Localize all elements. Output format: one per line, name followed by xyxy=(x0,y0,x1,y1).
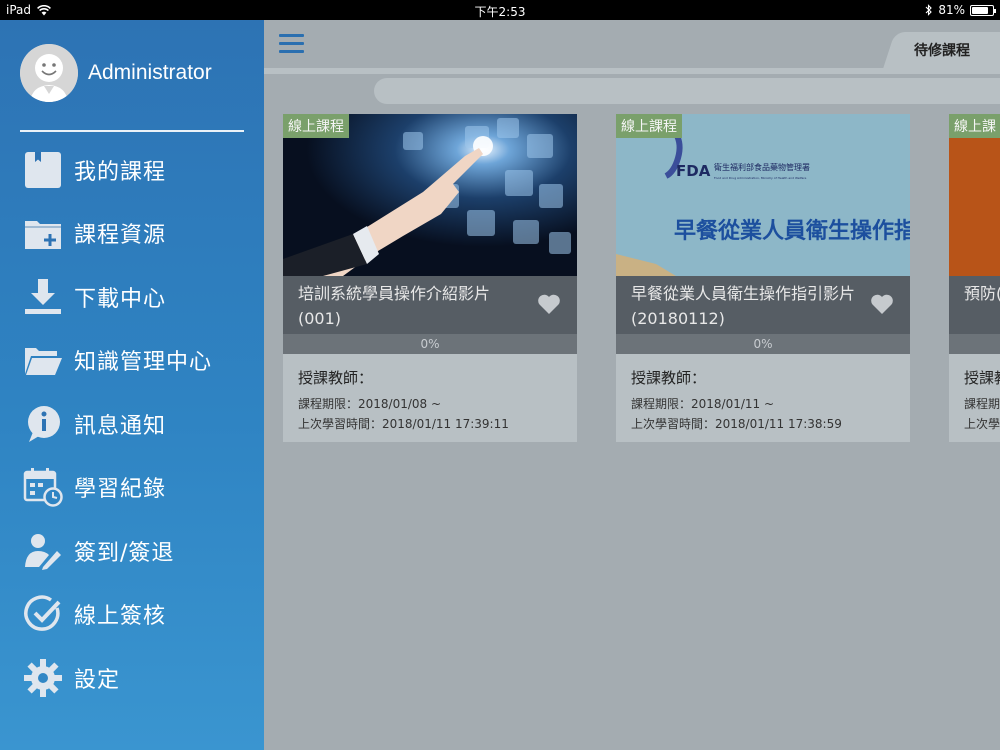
sidebar-item-knowledge-center[interactable]: 知識管理中心 xyxy=(22,329,254,393)
tab-underline xyxy=(264,68,1000,74)
download-icon xyxy=(22,276,64,318)
sidebar-divider xyxy=(20,130,244,132)
top-bar: 待修課程 xyxy=(264,20,1000,72)
course-teacher: 授課教師： xyxy=(631,369,707,387)
sidebar-item-label: 學習紀錄 xyxy=(74,477,167,503)
course-title: 早餐從業人員衛生操作指引影片(20180112) xyxy=(616,276,910,334)
course-type-tag: 線上課程 xyxy=(616,114,682,138)
course-progress: 0% xyxy=(616,334,910,354)
course-type-tag: 線上課程 xyxy=(283,114,349,138)
course-title: 預防(2018 xyxy=(949,276,1000,334)
heart-icon[interactable] xyxy=(537,293,561,315)
sidebar-item-label: 簽到/簽退 xyxy=(74,540,175,566)
course-thumbnail: FDA 衛生福利部食品藥物管理署 Food and Drug Administr… xyxy=(616,114,910,276)
fda-org-en-text: Food and Drug Administration, Ministry o… xyxy=(714,176,807,180)
thumbnail-headline: 早餐從業人員衛生操作指 xyxy=(674,218,910,244)
fda-org-text: 衛生福利部食品藥物管理署 xyxy=(714,162,810,172)
search-bar[interactable] xyxy=(374,78,1000,104)
sidebar: Administrator 我的課程 課程資源 下載中心 知識管理中心 訊息通知… xyxy=(0,20,264,750)
course-last-study: 上次學習時間：2018/01/11 17:38:59 xyxy=(631,417,842,431)
course-thumbnail xyxy=(949,114,1000,276)
course-thumbnail xyxy=(283,114,577,276)
course-teacher: 授課教師： xyxy=(298,369,374,387)
gear-icon xyxy=(22,657,64,699)
open-folder-icon xyxy=(22,339,64,381)
sidebar-item-label: 下載中心 xyxy=(74,286,167,312)
hamburger-menu-icon[interactable] xyxy=(279,34,304,54)
check-circle-icon xyxy=(22,593,64,635)
course-progress xyxy=(949,334,1000,354)
user-profile[interactable]: Administrator xyxy=(20,44,212,102)
main-content: 待修課程 線上課程 培訓系統學員操作介紹影片(001) 0% 授課教師： 課程期… xyxy=(264,20,1000,750)
sidebar-item-course-resources[interactable]: 課程資源 xyxy=(22,202,254,266)
status-time: 下午2:53 xyxy=(474,5,526,19)
sidebar-item-notifications[interactable]: 訊息通知 xyxy=(22,392,254,456)
course-card[interactable]: 線上課 預防(2018 授課教 課程期 上次學 xyxy=(949,114,1000,442)
user-edit-icon xyxy=(22,530,64,572)
sidebar-item-learning-record[interactable]: 學習紀錄 xyxy=(22,456,254,520)
course-period: 課程期限：2018/01/08 ~ xyxy=(298,397,442,411)
battery-icon xyxy=(970,4,996,16)
sidebar-item-my-courses[interactable]: 我的課程 xyxy=(22,138,254,202)
course-period: 課程期限：2018/01/11 ~ xyxy=(631,397,775,411)
bluetooth-icon xyxy=(925,4,933,16)
sidebar-item-label: 課程資源 xyxy=(74,223,167,249)
sidebar-item-settings[interactable]: 設定 xyxy=(22,646,254,710)
status-bar: iPad 下午2:53 81% xyxy=(0,0,1000,20)
folder-add-icon xyxy=(22,212,64,254)
sidebar-item-label: 我的課程 xyxy=(74,159,167,185)
sidebar-menu: 我的課程 課程資源 下載中心 知識管理中心 訊息通知 學習紀錄 簽到/簽退 線上… xyxy=(22,138,254,710)
course-card[interactable]: FDA 衛生福利部食品藥物管理署 Food and Drug Administr… xyxy=(616,114,910,442)
sidebar-item-check-in-out[interactable]: 簽到/簽退 xyxy=(22,519,254,583)
sidebar-item-label: 訊息通知 xyxy=(74,413,167,439)
sidebar-item-online-approval[interactable]: 線上簽核 xyxy=(22,583,254,647)
sidebar-item-label: 線上簽核 xyxy=(74,604,167,630)
course-teacher: 授課教 xyxy=(964,369,1000,387)
sidebar-item-label: 知識管理中心 xyxy=(74,350,213,376)
sidebar-item-label: 設定 xyxy=(74,667,121,693)
course-period: 課程期 xyxy=(964,397,1000,411)
course-last-study: 上次學習時間：2018/01/11 17:39:11 xyxy=(298,417,509,431)
heart-icon[interactable] xyxy=(870,293,894,315)
course-title: 培訓系統學員操作介紹影片(001) xyxy=(283,276,577,334)
avatar xyxy=(20,44,78,102)
course-last-study: 上次學 xyxy=(964,417,1000,431)
course-card[interactable]: 線上課程 培訓系統學員操作介紹影片(001) 0% 授課教師： 課程期限：201… xyxy=(283,114,577,442)
calendar-clock-icon xyxy=(22,466,64,508)
book-icon xyxy=(22,149,64,191)
course-type-tag: 線上課 xyxy=(949,114,1000,138)
tab-pending-courses[interactable]: 待修課程 xyxy=(914,40,970,60)
info-bubble-icon xyxy=(22,403,64,445)
course-progress: 0% xyxy=(283,334,577,354)
user-name: Administrator xyxy=(88,61,212,84)
fda-logo-text: FDA xyxy=(676,162,711,180)
sidebar-item-download-center[interactable]: 下載中心 xyxy=(22,265,254,329)
battery-percent: 81% xyxy=(938,3,965,17)
